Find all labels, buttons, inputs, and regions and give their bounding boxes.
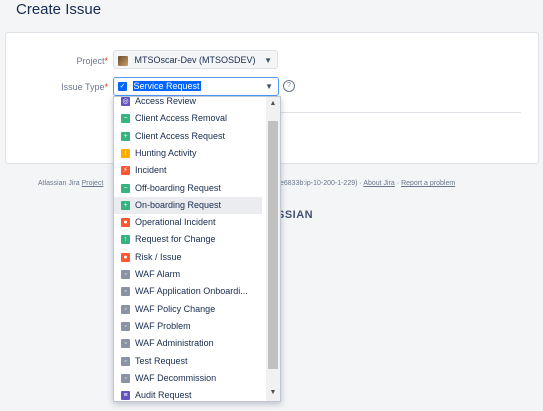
risk-icon: ● — [121, 252, 130, 262]
scrollbar[interactable]: ▲ ▼ — [266, 97, 280, 401]
dropdown-option[interactable]: ◦ WAF Alarm — [114, 266, 262, 283]
waf-icon: ◦ — [121, 373, 130, 383]
dropdown-option-label: Audit Request — [135, 390, 192, 401]
issuetype-dropdown[interactable]: ≡ Audit Request ◦ WAF Decommission ◦ Test Req… — [113, 96, 281, 402]
footer-build-text: e6833b:ip-10-200-1-229) — [280, 180, 358, 187]
dropdown-option[interactable]: ◎ Access Review — [114, 96, 262, 110]
footer-right: e6833b:ip-10-200-1-229) · About Jira · R… — [280, 180, 455, 187]
chevron-down-icon: ▼ — [264, 56, 272, 65]
dropdown-option-label: Operational Incident — [135, 217, 216, 228]
waf-icon: ◦ — [121, 321, 130, 331]
dropdown-option-label: Request for Change — [135, 234, 216, 245]
dropdown-option-label: On-boarding Request — [135, 199, 222, 210]
footer-project-link[interactable]: Project — [82, 180, 104, 187]
chevron-down-icon: ▼ — [265, 82, 273, 91]
dropdown-option[interactable]: ◦ Test Request — [114, 353, 262, 370]
project-avatar-icon — [118, 55, 128, 66]
dropdown-option-label: Incident — [135, 165, 167, 176]
dropdown-option[interactable]: ↑ Request for Change — [114, 231, 262, 248]
scroll-up-icon[interactable]: ▲ — [269, 100, 277, 107]
dropdown-option[interactable]: ⚡ Incident — [114, 162, 262, 179]
minus-icon: − — [121, 183, 130, 193]
arrow-up-icon: ↑ — [121, 235, 130, 245]
dropdown-option[interactable]: + On-boarding Request — [114, 196, 262, 214]
scrollbar-thumb[interactable] — [268, 121, 278, 369]
plus-icon: + — [121, 200, 130, 210]
dropdown-option-label: Test Request — [135, 355, 188, 366]
footer-sep: · — [396, 180, 400, 187]
dropdown-option[interactable]: ◦ WAF Decommission — [114, 370, 262, 387]
about-jira-link[interactable]: About Jira — [363, 180, 395, 187]
minus-icon: − — [121, 114, 130, 124]
page-title: Create Issue — [16, 1, 102, 18]
footer-text: Atlassian Jira — [38, 180, 80, 187]
checkbox-icon: ✓ — [118, 82, 127, 92]
waf-icon: ◦ — [121, 339, 130, 349]
footer-left: Atlassian Jira Project — [38, 180, 103, 187]
dropdown-option-label: WAF Alarm — [135, 269, 181, 279]
dropdown-option[interactable]: ● Risk / Issue — [114, 249, 262, 266]
incident-icon: ⚡ — [121, 166, 130, 176]
report-problem-link[interactable]: Report a problem — [401, 180, 455, 187]
issuetype-label-text: Issue Type — [61, 82, 105, 92]
dropdown-option-label: Access Review — [135, 96, 197, 106]
dropdown-option[interactable]: ! Hunting Activity — [114, 145, 262, 162]
dropdown-option[interactable]: − Off-boarding Request — [114, 180, 262, 197]
scroll-down-icon[interactable]: ▼ — [269, 389, 277, 396]
dropdown-option[interactable]: ◦ WAF Administration — [114, 335, 262, 352]
project-label-text: Project — [76, 56, 105, 66]
issuetype-select[interactable]: ✓ Service Request ▼ — [113, 77, 279, 96]
test-icon: ◦ — [121, 356, 130, 366]
issuetype-label: Issue Type* — [8, 82, 108, 92]
project-select[interactable]: MTSOscar-Dev (MTSOSDEV) ▼ — [113, 50, 278, 69]
dropdown-option-label: WAF Administration — [135, 338, 214, 349]
waf-icon: ◦ — [121, 304, 130, 314]
required-mark: * — [104, 56, 108, 66]
dropdown-option[interactable]: ● Operational Incident — [114, 214, 262, 231]
dropdown-option-label: Client Access Removal — [135, 113, 228, 124]
footer-sep: · — [359, 180, 362, 187]
dropdown-option-label: Client Access Request — [135, 130, 226, 141]
waf-icon: ◦ — [121, 270, 130, 279]
required-mark: * — [104, 82, 108, 92]
dropdown-option-label: WAF Problem — [135, 320, 191, 331]
dropdown-option[interactable]: + Client Access Request — [114, 128, 262, 145]
issuetype-value[interactable]: Service Request — [132, 81, 201, 91]
help-icon[interactable]: ? — [283, 80, 295, 92]
stop-icon: ● — [121, 218, 130, 228]
dropdown-option[interactable]: − Client Access Removal — [114, 110, 262, 127]
audit-icon: ≡ — [121, 391, 130, 401]
dropdown-option[interactable]: ≡ Audit Request — [114, 387, 262, 401]
review-icon: ◎ — [121, 97, 130, 106]
plus-icon: + — [121, 131, 130, 141]
waf-icon: ◦ — [121, 287, 130, 297]
dropdown-option-label: WAF Decommission — [135, 372, 217, 383]
dropdown-option-label: Hunting Activity — [135, 147, 197, 158]
atlassian-logo: SSIAN — [277, 209, 314, 221]
alert-icon: ! — [121, 148, 130, 158]
dropdown-option[interactable]: ◦ WAF Application Onboardi... — [114, 283, 262, 300]
project-value: MTSOscar-Dev (MTSOSDEV) — [134, 55, 256, 65]
dropdown-option-label: WAF Policy Change — [135, 303, 216, 314]
dropdown-option-label: WAF Application Onboardi... — [135, 286, 248, 297]
dropdown-option[interactable]: ◦ WAF Policy Change — [114, 301, 262, 318]
dropdown-option[interactable]: ◦ WAF Problem — [114, 318, 262, 335]
dropdown-option-label: Risk / Issue — [135, 251, 182, 262]
dropdown-option-label: Off-boarding Request — [135, 182, 221, 193]
project-label: Project* — [8, 56, 108, 66]
